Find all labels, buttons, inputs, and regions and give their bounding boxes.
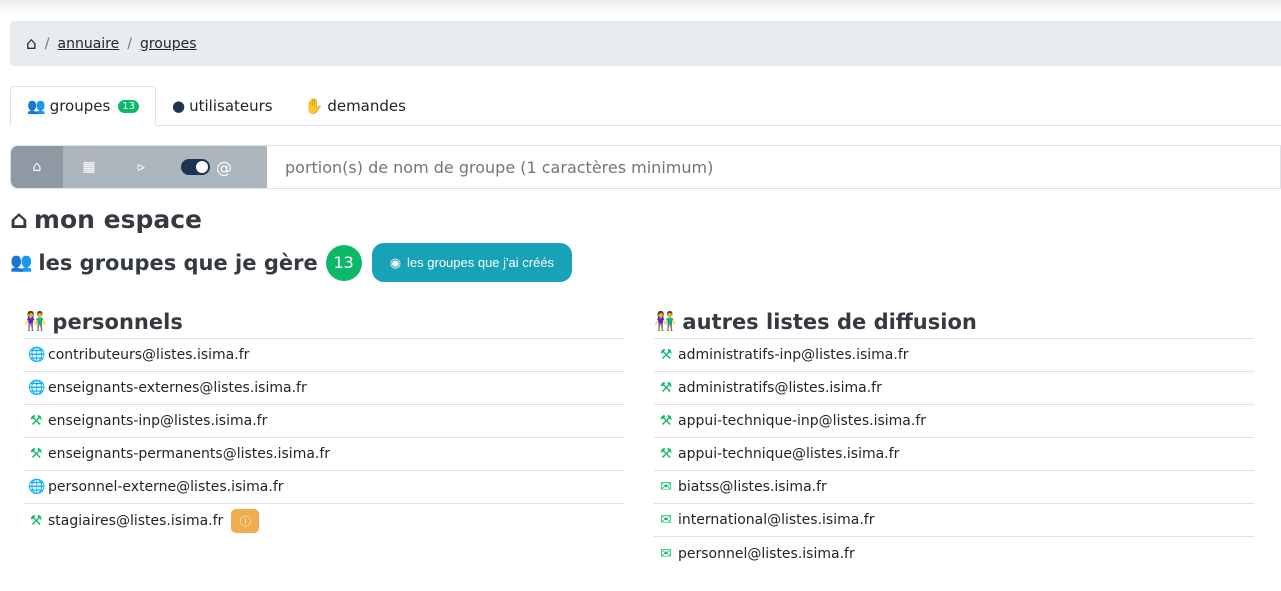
group-email-link[interactable]: personnel@listes.isima.fr [678, 546, 855, 562]
search-bar: ⌂ ▦ ⪧ @ [10, 145, 1281, 189]
list-item[interactable]: ⚒administratifs@listes.isima.fr [654, 372, 1254, 405]
page-title-text: mon espace [34, 205, 202, 234]
home-icon[interactable]: ⌂ [26, 34, 37, 54]
created-groups-button[interactable]: ◉ les groupes que j'ai créés [372, 243, 572, 282]
list-item[interactable]: ⚒administratifs-inp@listes.isima.fr [654, 339, 1254, 372]
share-icon: ⪧ [137, 159, 145, 175]
tab-groupes[interactable]: 👥 groupes 13 [10, 86, 156, 126]
list-item[interactable]: 🌐contributeurs@listes.isima.fr [24, 339, 624, 372]
group-email-link[interactable]: stagiaires@listes.isima.fr [48, 513, 223, 529]
worker-icon: ⚒ [28, 513, 44, 529]
list-item[interactable]: ✉personnel@listes.isima.fr [654, 537, 1254, 570]
email-toggle[interactable]: @ [167, 146, 267, 188]
globe-icon: 🌐 [28, 347, 44, 363]
column-title-text: personnels [52, 310, 182, 334]
list-item[interactable]: ⚒appui-technique@listes.isima.fr [654, 438, 1254, 471]
column-title: 👫 personnels [24, 305, 624, 339]
group-email-link[interactable]: enseignants-inp@listes.isima.fr [48, 413, 267, 429]
list-item[interactable]: ✉biatss@listes.isima.fr [654, 471, 1254, 504]
breadcrumb-groupes[interactable]: groupes [140, 36, 197, 52]
group-email-link[interactable]: enseignants-externes@listes.isima.fr [48, 380, 307, 396]
group-email-link[interactable]: administratifs@listes.isima.fr [678, 380, 882, 396]
children-icon: 👫 [654, 311, 676, 332]
list-item[interactable]: ⚒enseignants-inp@listes.isima.fr [24, 405, 624, 438]
warning-icon[interactable]: ⓘ [231, 509, 259, 533]
section-title: les groupes que je gère [38, 251, 317, 275]
users-icon: 👥 [10, 252, 32, 273]
home-filter-button[interactable]: ⌂ [11, 146, 63, 188]
list-item[interactable]: 🌐enseignants-externes@listes.isima.fr [24, 372, 624, 405]
tab-label: demandes [327, 97, 406, 115]
users-icon: 👥 [27, 97, 46, 115]
worker-icon: ⚒ [28, 446, 44, 462]
list-item[interactable]: ✉international@listes.isima.fr [654, 504, 1254, 537]
count-badge: 13 [118, 100, 139, 113]
list-item[interactable]: ⚒appui-technique-inp@listes.isima.fr [654, 405, 1254, 438]
hand-icon: ✋ [305, 97, 324, 115]
user-icon: ● [172, 97, 185, 115]
worker-icon: ⚒ [658, 446, 674, 462]
group-email-link[interactable]: appui-technique@listes.isima.fr [678, 446, 899, 462]
worker-icon: ⚒ [658, 380, 674, 396]
group-email-link[interactable]: enseignants-permanents@listes.isima.fr [48, 446, 330, 462]
group-email-link[interactable]: administratifs-inp@listes.isima.fr [678, 347, 909, 363]
group-email-link[interactable]: international@listes.isima.fr [678, 512, 874, 528]
tab-label: utilisateurs [189, 97, 273, 115]
group-email-link[interactable]: contributeurs@listes.isima.fr [48, 347, 249, 363]
group-count-badge: 13 [326, 245, 362, 281]
tabs: 👥 groupes 13 ● utilisateurs ✋ demandes [10, 86, 1281, 126]
column-personnels: 👫personnels🌐contributeurs@listes.isima.f… [24, 305, 624, 537]
at-icon: @ [216, 158, 232, 177]
top-shadow [0, 0, 1281, 14]
toggle-switch[interactable] [181, 159, 210, 175]
eye-icon: ◉ [390, 255, 401, 271]
worker-icon: ⚒ [28, 413, 44, 429]
column-title-text: autres listes de diffusion [682, 310, 976, 334]
envelope-open-icon: ✉ [658, 479, 674, 495]
column-title: 👫 autres listes de diffusion [654, 305, 1254, 339]
search-input[interactable] [267, 146, 1280, 188]
breadcrumb: ⌂ / annuaire / groupes [10, 21, 1281, 66]
section-heading: 👥 les groupes que je gère 13 ◉ les group… [10, 243, 572, 282]
group-email-link[interactable]: biatss@listes.isima.fr [678, 479, 827, 495]
list-item[interactable]: ⚒enseignants-permanents@listes.isima.fr [24, 438, 624, 471]
separator: / [127, 36, 132, 52]
house-user-icon: ⌂ [10, 205, 28, 234]
share-filter-button[interactable]: ⪧ [115, 146, 167, 188]
tab-label: groupes [50, 97, 111, 115]
worker-icon: ⚒ [658, 347, 674, 363]
list-item[interactable]: ⚒stagiaires@listes.isima.fr ⓘ [24, 504, 624, 537]
envelope-open-icon: ✉ [658, 512, 674, 528]
tab-demandes[interactable]: ✋ demandes [289, 86, 422, 125]
envelope-open-icon: ✉ [658, 546, 674, 562]
page-title: ⌂ mon espace [10, 205, 202, 234]
separator: / [45, 36, 50, 52]
column-autres-listes: 👫autres listes de diffusion⚒administrati… [654, 305, 1254, 570]
tree-filter-button[interactable]: ▦ [63, 146, 115, 188]
sitemap-icon: ▦ [82, 159, 95, 175]
worker-icon: ⚒ [658, 413, 674, 429]
globe-icon: 🌐 [28, 479, 44, 495]
list-item[interactable]: 🌐personnel-externe@listes.isima.fr [24, 471, 624, 504]
button-label: les groupes que j'ai créés [407, 255, 554, 270]
group-email-link[interactable]: personnel-externe@listes.isima.fr [48, 479, 284, 495]
globe-icon: 🌐 [28, 380, 44, 396]
breadcrumb-annuaire[interactable]: annuaire [58, 36, 120, 52]
house-user-icon: ⌂ [33, 159, 42, 175]
children-icon: 👫 [24, 311, 46, 332]
tab-utilisateurs[interactable]: ● utilisateurs [156, 86, 289, 125]
group-email-link[interactable]: appui-technique-inp@listes.isima.fr [678, 413, 926, 429]
